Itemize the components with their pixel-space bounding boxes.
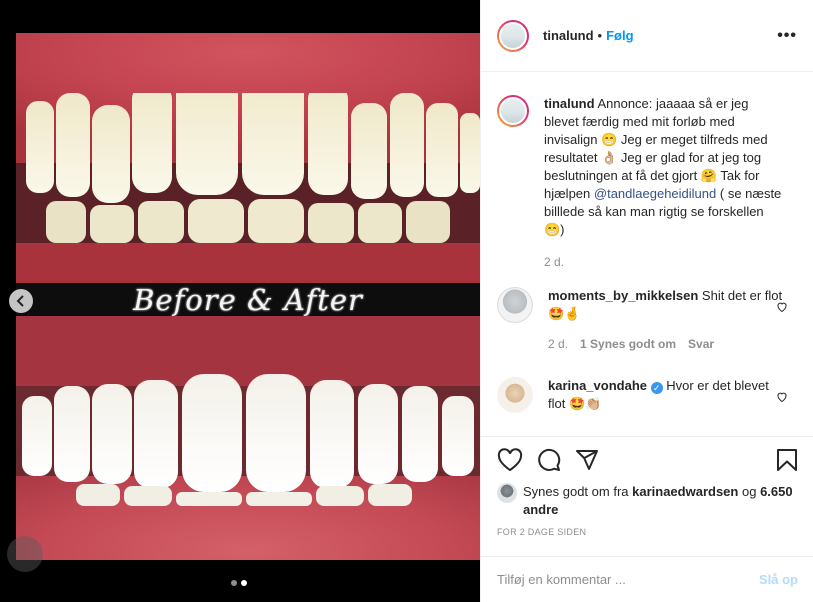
- comment-author[interactable]: moments_by_mikkelsen: [548, 288, 698, 303]
- likes-connector: og: [741, 484, 757, 499]
- separator-dot: •: [597, 28, 603, 43]
- caption-author-avatar[interactable]: [497, 95, 529, 127]
- carousel-indicator: [231, 580, 247, 586]
- before-after-photo: Before & After: [16, 33, 480, 560]
- likes-prefix: Synes godt om fra: [523, 484, 629, 499]
- comment-likes[interactable]: 1 Synes godt om: [580, 335, 676, 353]
- liker-avatar[interactable]: [497, 483, 517, 503]
- post-header: tinalund • Følg •••: [481, 0, 813, 72]
- post-actions: Synes godt om fra karinaedwardsen og 6.6…: [481, 436, 813, 556]
- add-comment-bar: Slå op: [481, 556, 813, 602]
- comment-item: moments_by_mikkelsen Shit det er flot 🤩🤞…: [497, 287, 798, 353]
- comment-author[interactable]: karina_vondahe: [548, 378, 647, 393]
- caption-time[interactable]: 2 d.: [544, 253, 564, 271]
- likes-summary: Synes godt om fra karinaedwardsen og 6.6…: [497, 483, 798, 519]
- reply-button[interactable]: Svar: [688, 335, 714, 353]
- photo-before: [16, 33, 480, 283]
- photo-after: [16, 316, 480, 560]
- media-overlay-avatar: [7, 536, 43, 572]
- share-icon[interactable]: [575, 448, 599, 472]
- before-after-banner: Before & After: [16, 282, 480, 317]
- liker-username[interactable]: karinaedwardsen: [632, 484, 738, 499]
- author-avatar[interactable]: [497, 19, 529, 52]
- carousel-dot: [231, 580, 237, 586]
- caption-author[interactable]: tinalund: [544, 96, 595, 111]
- verified-icon: ✓: [650, 382, 663, 394]
- author-username[interactable]: tinalund: [543, 28, 594, 43]
- follow-button[interactable]: Følg: [606, 28, 633, 43]
- commenter-avatar[interactable]: [497, 287, 533, 323]
- commenter-avatar[interactable]: [497, 377, 533, 413]
- carousel-dot-active: [241, 580, 247, 586]
- comment-like-heart-icon[interactable]: [776, 391, 788, 403]
- upper-teeth: [16, 93, 480, 243]
- comment-icon[interactable]: [537, 448, 561, 472]
- comment-like-heart-icon[interactable]: [776, 301, 788, 313]
- comments-list[interactable]: tinalund Annonce: jaaaaa så er jeg bleve…: [481, 73, 813, 436]
- comment-time[interactable]: 2 d.: [548, 335, 568, 353]
- comment-item: karina_vondahe ✓ Hvor er det blevet flot…: [497, 377, 798, 413]
- bookmark-icon[interactable]: [776, 448, 798, 472]
- comment-input[interactable]: [497, 572, 759, 587]
- post-timestamp[interactable]: FOR 2 DAGE SIDEN: [497, 527, 798, 537]
- heart-icon[interactable]: [497, 448, 523, 472]
- mention-link[interactable]: @tandlaegeheidilund: [594, 186, 716, 201]
- post-side-panel: tinalund • Følg ••• tinalund Annonce: ja…: [480, 0, 813, 602]
- post-comment-button[interactable]: Slå op: [759, 572, 798, 587]
- banner-text: Before & After: [133, 282, 363, 317]
- more-options-icon[interactable]: •••: [777, 27, 797, 45]
- after-teeth: [16, 374, 480, 506]
- caption: tinalund Annonce: jaaaaa så er jeg bleve…: [497, 95, 798, 271]
- chevron-left-icon: [16, 295, 24, 307]
- previous-slide-button[interactable]: [9, 289, 33, 313]
- post-media[interactable]: Before & After: [0, 0, 480, 602]
